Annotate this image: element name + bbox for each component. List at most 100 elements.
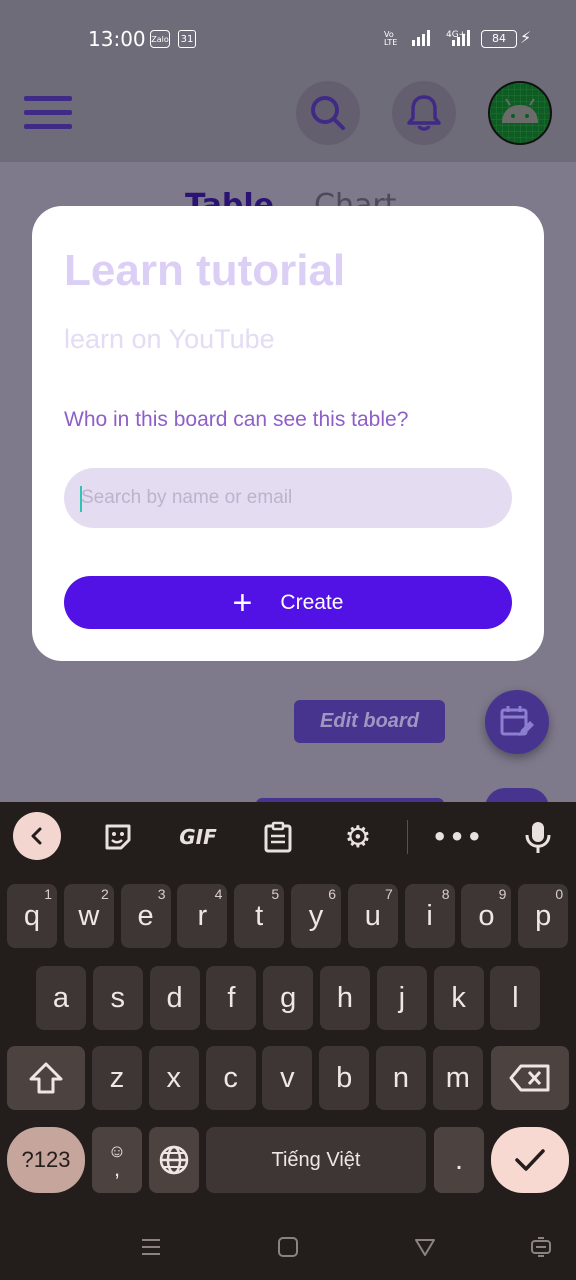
gif-button[interactable]: GIF xyxy=(176,812,220,862)
keyboard-back-button[interactable] xyxy=(13,812,61,860)
status-time: 13:00 xyxy=(88,27,146,51)
back-icon[interactable] xyxy=(410,1232,440,1262)
battery-icon: 84 xyxy=(481,30,517,48)
backspace-key[interactable] xyxy=(491,1046,569,1110)
create-table-dialog: Learn tutorial learn on YouTube Who in t… xyxy=(32,206,544,661)
key-label: u xyxy=(364,899,381,932)
key-d[interactable]: d xyxy=(149,966,200,1030)
keyboard-switch-icon[interactable] xyxy=(526,1232,556,1262)
key-w[interactable]: w2 xyxy=(63,884,114,948)
key-p[interactable]: p0 xyxy=(518,884,569,948)
key-g[interactable]: g xyxy=(263,966,314,1030)
key-hint: 8 xyxy=(441,886,450,902)
enter-key[interactable] xyxy=(491,1127,569,1193)
key-j[interactable]: j xyxy=(376,966,427,1030)
key-e[interactable]: e3 xyxy=(120,884,171,948)
symbols-key[interactable]: ?123 xyxy=(7,1127,85,1193)
visibility-question: Who in this board can see this table? xyxy=(64,408,409,431)
bell-icon xyxy=(407,95,441,131)
edit-board-button[interactable]: Edit board xyxy=(294,700,445,743)
backspace-icon xyxy=(509,1064,550,1092)
settings-gear-icon[interactable]: ⚙ xyxy=(336,812,380,862)
zalo-icon: Zalo xyxy=(150,30,170,48)
comma-label: , xyxy=(113,1156,121,1181)
create-button-label: Create xyxy=(280,590,344,614)
microphone-button[interactable] xyxy=(516,812,560,862)
key-u[interactable]: u7 xyxy=(347,884,398,948)
key-hint: 5 xyxy=(271,886,280,902)
sticker-button[interactable] xyxy=(96,812,140,862)
key-x[interactable]: x xyxy=(148,1046,199,1110)
android-avatar-icon xyxy=(490,83,550,143)
key-label: p xyxy=(535,899,552,932)
recent-apps-icon[interactable] xyxy=(136,1232,166,1262)
key-label: o xyxy=(478,899,495,932)
key-h[interactable]: h xyxy=(320,966,370,1030)
key-s[interactable]: s xyxy=(92,966,143,1030)
space-key[interactable]: Tiếng Việt xyxy=(206,1127,426,1193)
search-input[interactable] xyxy=(64,468,512,528)
key-label: x xyxy=(166,1061,182,1094)
key-n[interactable]: n xyxy=(376,1046,426,1110)
calendar-icon: 31 xyxy=(178,30,196,48)
search-button[interactable] xyxy=(296,81,360,145)
key-k[interactable]: k xyxy=(433,966,484,1030)
create-button[interactable]: + Create xyxy=(64,576,512,629)
key-o[interactable]: o9 xyxy=(461,884,512,948)
calendar-fab[interactable] xyxy=(485,690,549,754)
key-m[interactable]: m xyxy=(432,1046,483,1110)
key-y[interactable]: y6 xyxy=(291,884,341,948)
key-label: j xyxy=(398,981,406,1014)
key-q[interactable]: q1 xyxy=(7,884,57,948)
key-v[interactable]: v xyxy=(262,1046,313,1110)
key-c[interactable]: c xyxy=(205,1046,256,1110)
text-cursor xyxy=(80,486,82,512)
period-key[interactable]: . xyxy=(434,1127,484,1193)
key-label: r xyxy=(197,899,208,932)
chevron-left-icon xyxy=(31,827,42,845)
key-label: a xyxy=(52,981,70,1014)
key-label: b xyxy=(336,1061,353,1094)
sticker-icon xyxy=(105,824,131,850)
shift-key[interactable] xyxy=(7,1046,85,1110)
plus-icon: + xyxy=(232,583,253,622)
key-hint: 9 xyxy=(498,886,507,902)
charging-icon: ⚡ xyxy=(520,28,532,47)
key-label: t xyxy=(255,899,264,932)
notifications-button[interactable] xyxy=(392,81,456,145)
clipboard-button[interactable] xyxy=(256,812,300,862)
key-a[interactable]: a xyxy=(36,966,86,1030)
clipboard-icon xyxy=(264,821,292,853)
volte-icon: Vo LTE xyxy=(384,30,398,47)
key-label: e xyxy=(137,899,154,932)
key-i[interactable]: i8 xyxy=(404,884,455,948)
calendar-edit-icon xyxy=(500,706,534,736)
key-label: c xyxy=(223,1061,238,1094)
key-label: k xyxy=(451,981,466,1014)
home-icon[interactable] xyxy=(273,1232,303,1262)
key-l[interactable]: l xyxy=(490,966,541,1030)
key-hint: 1 xyxy=(44,886,52,902)
key-t[interactable]: t5 xyxy=(234,884,285,948)
shift-icon xyxy=(29,1062,63,1094)
microphone-icon xyxy=(525,822,551,853)
key-label: g xyxy=(280,981,297,1014)
key-z[interactable]: z xyxy=(92,1046,142,1110)
key-f[interactable]: f xyxy=(206,966,257,1030)
key-b[interactable]: b xyxy=(319,1046,370,1110)
avatar[interactable] xyxy=(488,81,552,145)
hamburger-icon[interactable] xyxy=(24,96,72,130)
key-hint: 2 xyxy=(101,886,109,902)
dialog-subtitle: learn on YouTube xyxy=(64,324,275,354)
toolbar-divider xyxy=(407,820,408,854)
key-label: i xyxy=(426,899,433,932)
emoji-comma-key[interactable]: ☺ , xyxy=(92,1127,142,1193)
language-key[interactable] xyxy=(149,1127,199,1193)
more-icon[interactable]: ••• xyxy=(432,812,482,862)
key-label: s xyxy=(110,981,126,1014)
key-r[interactable]: r4 xyxy=(177,884,228,948)
globe-icon xyxy=(159,1145,189,1175)
signal-icon xyxy=(412,30,430,46)
key-label: n xyxy=(392,1061,410,1094)
search-icon xyxy=(311,96,345,130)
